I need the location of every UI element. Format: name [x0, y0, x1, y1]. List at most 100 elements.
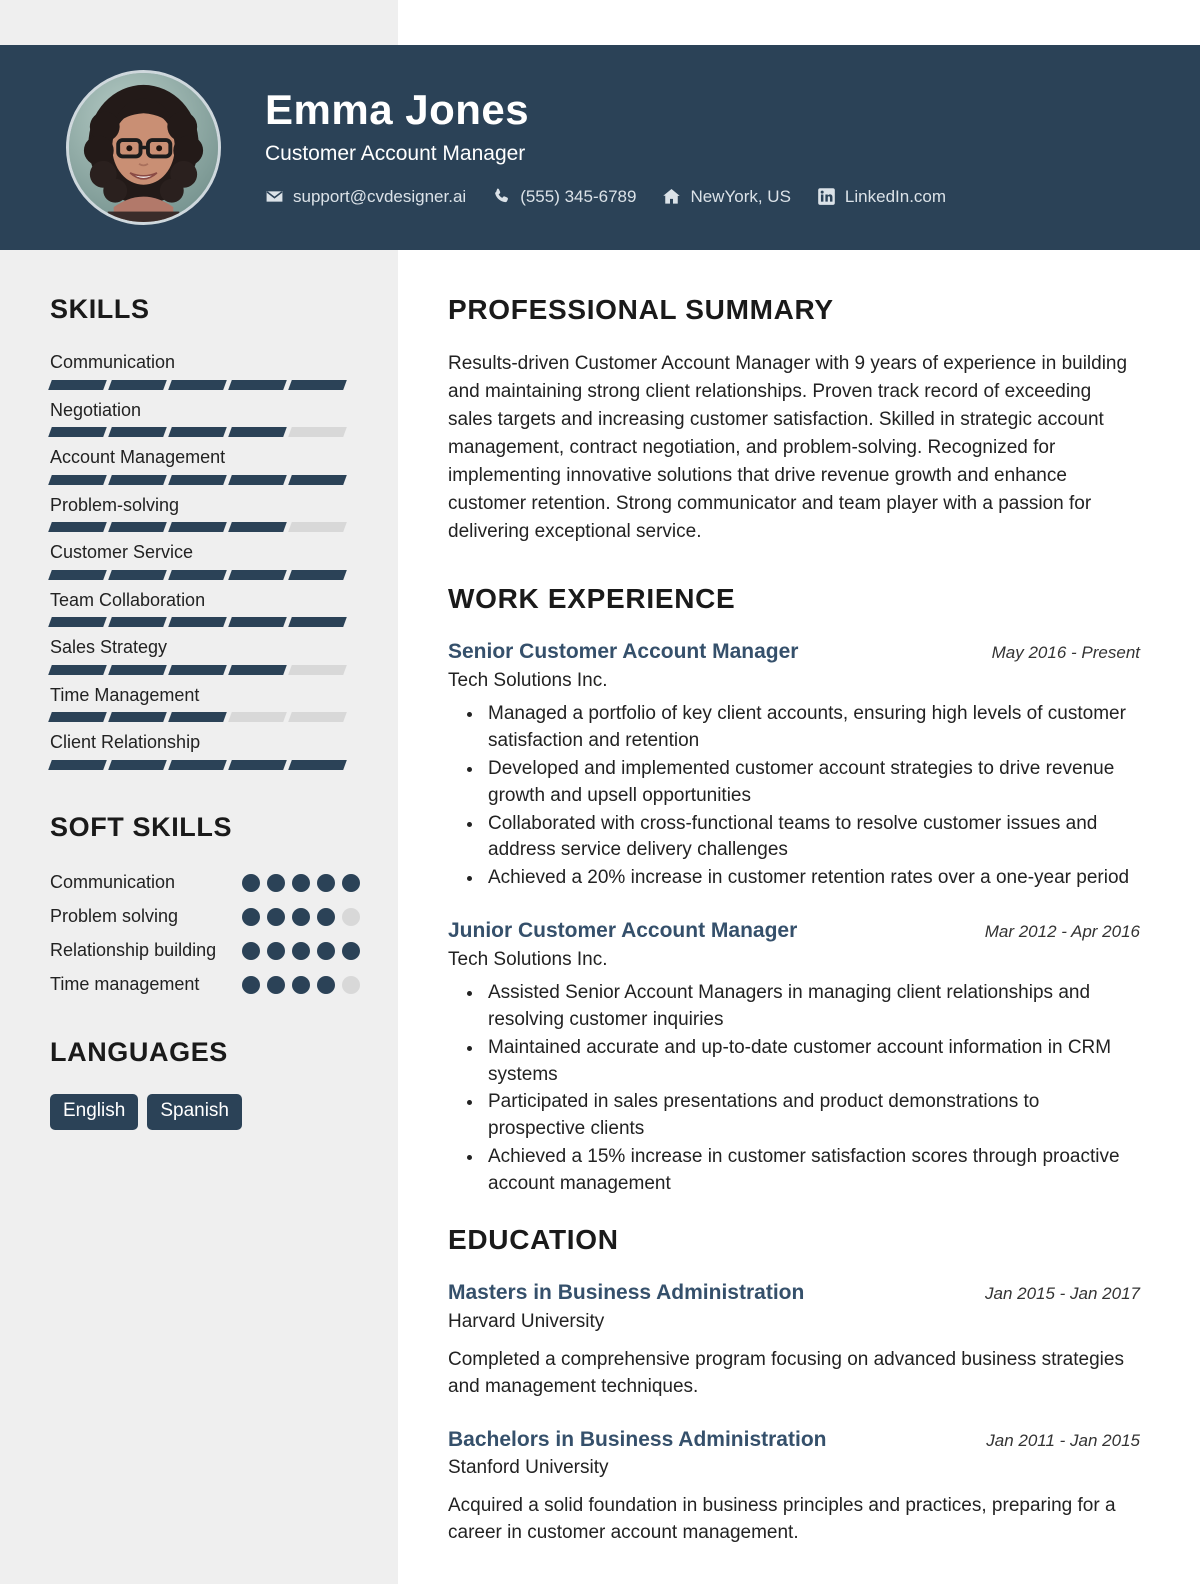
education-entry: Bachelors in Business Administration Jan…	[448, 1427, 1140, 1547]
experience-title[interactable]: Senior Customer Account Manager	[448, 639, 798, 664]
skill-bar	[48, 569, 347, 580]
education-date: Jan 2015 - Jan 2017	[984, 1284, 1140, 1304]
soft-skill-name: Communication	[50, 871, 176, 892]
contact-location-text: NewYork, US	[690, 186, 791, 206]
skill-name: Negotiation	[50, 399, 142, 420]
skill-segment	[108, 759, 167, 770]
experience-heading: WORK EXPERIENCE	[448, 583, 736, 615]
soft-skill-row: Relationship building	[50, 937, 360, 963]
skill-bar	[48, 427, 347, 437]
skill-row: Communication	[48, 351, 398, 390]
contact-phone[interactable]: (555) 345-6789	[492, 187, 636, 207]
experience-bullet: Maintained accurate and up-to-date custo…	[484, 1035, 1140, 1089]
skill-segment	[48, 617, 107, 627]
languages-heading: LANGUAGES	[50, 1036, 228, 1067]
soft-skill-row: Problem solving	[50, 903, 360, 929]
rating-dot	[342, 907, 360, 926]
rating-dot	[292, 907, 310, 926]
experience-bullet: Developed and implemented customer accou…	[484, 756, 1140, 810]
skills-list: Communication Negotiation Account Manage…	[48, 351, 398, 770]
skill-segment	[288, 617, 347, 627]
rating-dot	[267, 941, 285, 960]
skill-name: Team Collaboration	[50, 589, 206, 610]
soft-skill-row: Time management	[50, 971, 360, 997]
skill-segment	[108, 712, 167, 722]
experience-company: Tech Solutions Inc.	[448, 669, 608, 691]
skill-bar	[48, 522, 347, 532]
skill-segment	[108, 474, 167, 485]
skill-row: Time Management	[48, 684, 398, 722]
language-badge[interactable]: English	[50, 1093, 139, 1130]
skill-segment	[48, 759, 107, 770]
skill-segment	[228, 712, 287, 722]
experience-entry: Junior Customer Account Manager Mar 2012…	[448, 918, 1140, 1198]
skill-name: Sales Strategy	[50, 637, 168, 657]
experience-list: Senior Customer Account Manager May 2016…	[448, 639, 1140, 1198]
rating-dot	[267, 873, 285, 892]
resume-page: Emma Jones Customer Account Manager supp…	[0, 0, 1200, 1584]
skill-segment	[48, 712, 107, 722]
skill-segment	[168, 474, 227, 485]
skill-segment	[108, 617, 167, 627]
rating-dot	[317, 907, 335, 926]
contact-location[interactable]: NewYork, US	[662, 186, 791, 207]
education-description: Completed a comprehensive program focusi…	[448, 1348, 1124, 1398]
education-entry-head: Masters in Business Administration Jan 2…	[448, 1280, 1140, 1305]
education-school: Harvard University	[448, 1310, 605, 1332]
soft-skills-list: Communication Problem solving Relationsh…	[50, 869, 398, 997]
contact-linkedin-text: LinkedIn.com	[844, 186, 947, 206]
rating-dot	[242, 907, 260, 926]
experience-title[interactable]: Junior Customer Account Manager	[448, 918, 797, 943]
skill-segment	[48, 569, 107, 580]
education-school: Stanford University	[448, 1456, 609, 1478]
skill-segment	[228, 569, 287, 580]
contact-email[interactable]: support@cvdesigner.ai	[265, 187, 466, 207]
rating-dot	[267, 975, 285, 994]
skill-segment	[108, 427, 167, 437]
soft-skill-rating	[242, 869, 360, 892]
skill-segment	[168, 379, 227, 390]
skill-segment	[48, 427, 107, 437]
education-degree[interactable]: Masters in Business Administration	[448, 1280, 804, 1305]
resume-header: Emma Jones Customer Account Manager supp…	[0, 45, 1200, 250]
experience-entry-head: Senior Customer Account Manager May 2016…	[448, 639, 1140, 664]
experience-bullets: Assisted Senior Account Managers in mana…	[448, 980, 1140, 1199]
contact-linkedin[interactable]: LinkedIn.com	[817, 187, 946, 207]
contact-row: support@cvdesigner.ai (555) 345-6789 New…	[265, 187, 946, 207]
experience-bullet: Assisted Senior Account Managers in mana…	[484, 980, 1140, 1034]
skill-segment	[168, 617, 227, 627]
skill-row: Account Management	[48, 446, 398, 485]
education-list: Masters in Business Administration Jan 2…	[448, 1280, 1140, 1547]
experience-date: Mar 2012 - Apr 2016	[984, 922, 1140, 942]
skill-segment	[228, 664, 287, 675]
skill-segment	[228, 474, 287, 485]
skill-bar	[48, 664, 347, 675]
rating-dot	[292, 941, 310, 960]
sidebar: SKILLS Communication Negotiation Account…	[0, 250, 398, 1584]
header-text-block: Emma Jones Customer Account Manager supp…	[265, 88, 946, 206]
education-degree[interactable]: Bachelors in Business Administration	[448, 1427, 826, 1452]
rating-dot	[342, 975, 360, 994]
skill-row: Team Collaboration	[48, 589, 398, 627]
rating-dot	[292, 873, 310, 892]
rating-dot	[342, 941, 360, 960]
language-badge[interactable]: Spanish	[147, 1093, 242, 1130]
experience-date: May 2016 - Present	[991, 643, 1140, 663]
soft-skill-name: Time management	[50, 973, 200, 994]
skill-row: Problem-solving	[48, 494, 398, 532]
skill-name: Problem-solving	[50, 494, 180, 515]
skill-segment	[48, 522, 107, 532]
experience-bullet: Participated in sales presentations and …	[484, 1089, 1140, 1143]
skill-segment	[228, 522, 287, 532]
skill-segment	[288, 522, 347, 532]
skill-segment	[48, 474, 107, 485]
summary-heading: PROFESSIONAL SUMMARY	[448, 294, 834, 325]
skill-name: Account Management	[50, 447, 226, 467]
top-strip	[0, 0, 1200, 45]
skills-heading: SKILLS	[50, 294, 150, 324]
skill-segment	[288, 379, 347, 390]
rating-dot	[242, 941, 260, 960]
skill-segment	[288, 664, 347, 675]
rating-dot	[317, 873, 335, 892]
education-entry-head: Bachelors in Business Administration Jan…	[448, 1427, 1140, 1452]
